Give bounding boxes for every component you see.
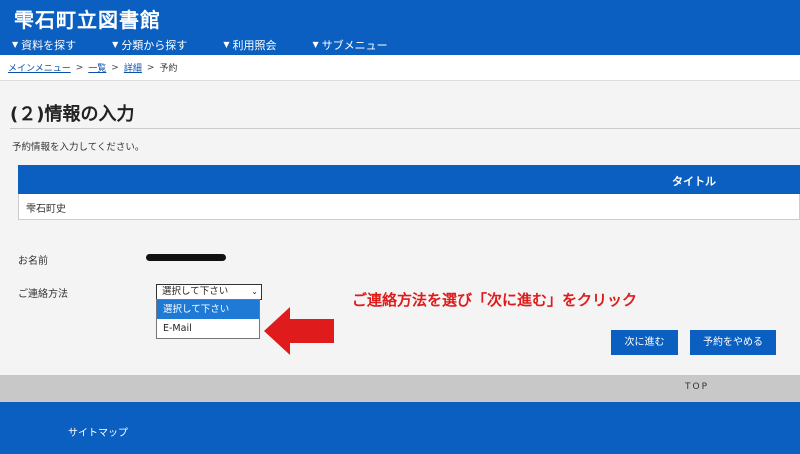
cancel-reservation-button[interactable]: 予約をやめる — [690, 330, 776, 355]
caret-down-icon: ▼ — [223, 40, 230, 49]
site-title[interactable]: 雫石町立図書館 — [14, 4, 161, 33]
title-table: タイトル 雫石町史 — [18, 165, 800, 220]
name-label: お名前 — [18, 256, 48, 267]
site-footer: サイトマップ — [0, 402, 800, 454]
option-please-select[interactable]: 選択して下さい — [157, 300, 259, 319]
table-row: 雫石町史 — [18, 194, 800, 220]
next-button[interactable]: 次に進む — [611, 330, 678, 355]
nav-label: サブメニュー — [321, 38, 388, 52]
instruction-text: 予約情報を入力してください。 — [12, 142, 145, 153]
breadcrumb-separator: > — [75, 62, 84, 73]
caret-down-icon: ▼ — [312, 40, 319, 49]
redacted-name — [146, 254, 226, 261]
site-header: 雫石町立図書館 ▼ 資料を探す ▼ 分類から探す ▼ 利用照会 ▼ サブメニュー — [0, 0, 800, 55]
back-to-top-bar: TOP — [0, 375, 800, 402]
instruction-annotation: ご連絡方法を選び「次に進む」をクリック — [352, 291, 638, 309]
nav-search-by-category[interactable]: ▼ 分類から探す — [100, 34, 187, 55]
column-header-title: タイトル — [672, 175, 716, 188]
chevron-down-icon: ⌄ — [251, 287, 258, 296]
breadcrumb-list[interactable]: 一覧 — [88, 61, 106, 74]
breadcrumb-main-menu[interactable]: メインメニュー — [8, 61, 71, 74]
sitemap-link[interactable]: サイトマップ — [68, 424, 128, 439]
nav-submenu[interactable]: ▼ サブメニュー — [300, 34, 387, 55]
breadcrumb-separator: > — [146, 62, 155, 73]
nav-search-materials[interactable]: ▼ 資料を探す — [0, 34, 76, 55]
main-nav: ▼ 資料を探す ▼ 分類から探す ▼ 利用照会 ▼ サブメニュー — [0, 34, 412, 55]
contact-method-select[interactable]: 選択して下さい ⌄ — [156, 284, 262, 300]
breadcrumb: メインメニュー > 一覧 > 詳細 > 予約 — [0, 55, 800, 81]
page-title: (２)情報の入力 — [10, 104, 135, 125]
nav-label: 分類から探す — [121, 38, 188, 52]
caret-down-icon: ▼ — [112, 40, 119, 49]
caret-down-icon: ▼ — [12, 40, 19, 49]
option-email[interactable]: E-Mail — [157, 319, 259, 338]
select-value: 選択して下さい — [162, 286, 229, 297]
table-header: タイトル — [18, 165, 800, 194]
nav-usage-inquiry[interactable]: ▼ 利用照会 — [211, 34, 276, 55]
breadcrumb-separator: > — [111, 62, 119, 73]
contact-method-label: ご連絡方法 — [18, 289, 68, 300]
contact-method-dropdown: 選択して下さい E-Mail — [156, 299, 260, 339]
breadcrumb-current: 予約 — [159, 64, 178, 74]
title-divider — [10, 128, 800, 129]
breadcrumb-detail[interactable]: 詳細 — [124, 61, 142, 74]
back-to-top-link[interactable]: TOP — [685, 382, 709, 392]
left-arrow-icon — [264, 307, 334, 355]
table-cell-title: 雫石町史 — [26, 204, 66, 215]
nav-label: 利用照会 — [232, 38, 277, 52]
nav-label: 資料を探す — [21, 38, 77, 52]
